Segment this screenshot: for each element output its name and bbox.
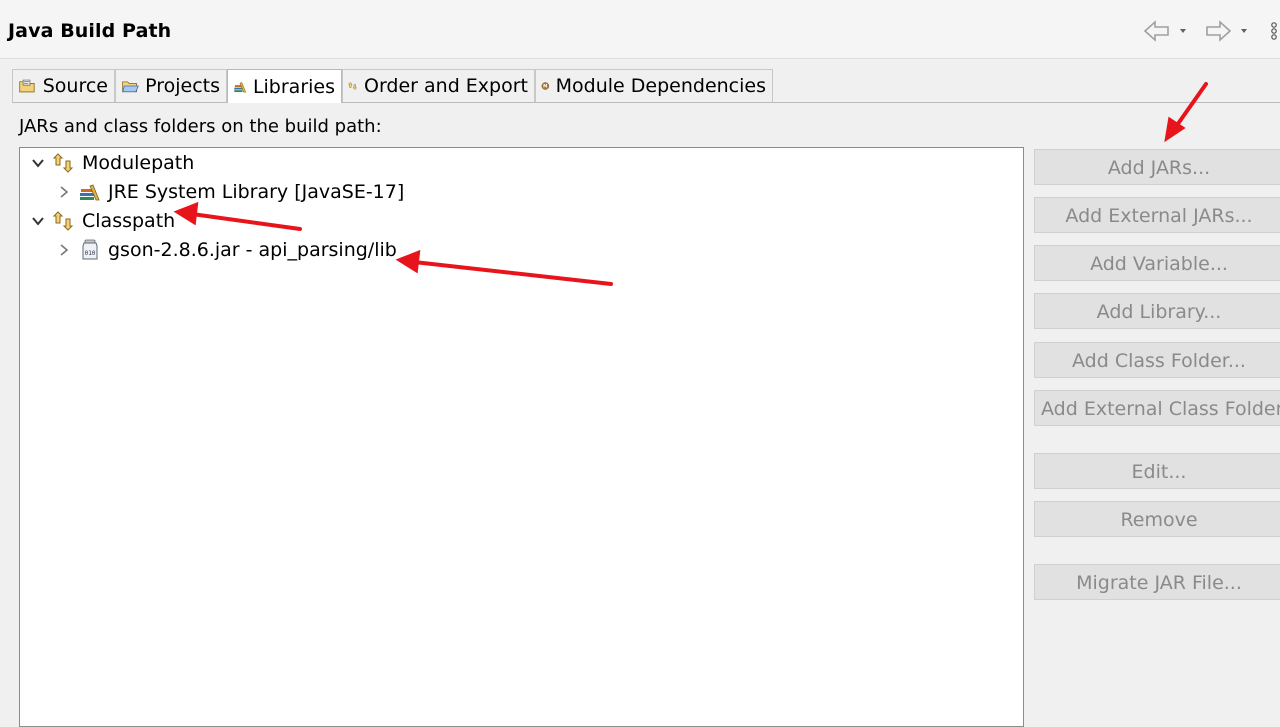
tree-node-label: gson-2.8.6.jar - api_parsing/lib [108,239,397,261]
svg-text:010: 010 [85,250,96,257]
tab-order-and-export[interactable]: Order and Export [342,69,535,102]
forward-arrow-icon [1206,20,1247,42]
module-icon: M [541,82,550,90]
menu-dots-icon [1271,22,1277,40]
projects-folder-icon [122,81,139,93]
back-button[interactable] [1142,18,1186,44]
migrate-jar-file-button[interactable]: Migrate JAR File... [1034,564,1280,600]
svg-text:M: M [543,84,547,90]
source-folder-icon [19,79,35,93]
tree-node-label: Classpath [82,210,176,232]
edit-button[interactable]: Edit... [1034,453,1280,489]
library-icon [80,184,100,201]
path-container-icon [52,153,74,173]
tree-node-modulepath[interactable]: Modulepath [30,149,194,177]
tree-node-classpath[interactable]: Classpath [30,207,175,235]
tab-label: Projects [145,75,220,97]
add-external-class-folder-button[interactable]: Add External Class Folder... [1034,390,1280,426]
page-title: Java Build Path [8,20,172,42]
tab-label: Module Dependencies [555,75,766,97]
tab-module-dependencies[interactable]: M Module Dependencies [535,69,773,102]
order-export-icon [348,82,358,90]
tree-node-label: JRE System Library [JavaSE-17] [108,181,405,203]
annotation-arrow-add-jars [1173,82,1208,130]
add-class-folder-button[interactable]: Add Class Folder... [1034,342,1280,378]
build-path-label: JARs and class folders on the build path… [19,116,382,137]
tree-node-label: Modulepath [82,152,195,174]
path-container-icon [52,211,74,231]
tab-libraries[interactable]: Libraries [227,69,342,103]
header-bar: Java Build Path [0,0,1280,59]
tabbar-divider [12,102,1280,103]
annotation-arrowhead [1164,116,1186,143]
tab-label: Order and Export [363,75,528,97]
add-jars-button[interactable]: Add JARs... [1034,149,1280,185]
chevron-down-icon[interactable] [30,155,46,171]
add-variable-button[interactable]: Add Variable... [1034,245,1280,281]
chevron-down-icon[interactable] [30,213,46,229]
tree-node-gson-jar[interactable]: 010 gson-2.8.6.jar - api_parsing/lib [56,236,397,264]
add-library-button[interactable]: Add Library... [1034,293,1280,329]
chevron-right-icon[interactable] [56,242,72,258]
jar-icon: 010 [82,239,98,260]
build-path-tree[interactable]: Modulepath JRE System Library [JavaSE-17… [19,147,1024,727]
tab-label: Libraries [252,75,335,98]
view-menu-button[interactable] [1268,18,1280,44]
chevron-right-icon[interactable] [56,184,72,200]
add-external-jars-button[interactable]: Add External JARs... [1034,197,1280,233]
tree-node-jre-system-library[interactable]: JRE System Library [JavaSE-17] [56,178,404,206]
forward-button[interactable] [1203,18,1247,44]
tab-source[interactable]: Source [12,69,115,102]
remove-button[interactable]: Remove [1034,501,1280,537]
tab-label: Source [42,75,108,97]
tab-projects[interactable]: Projects [115,69,227,102]
back-arrow-icon [1143,20,1186,42]
libraries-icon [234,81,247,92]
